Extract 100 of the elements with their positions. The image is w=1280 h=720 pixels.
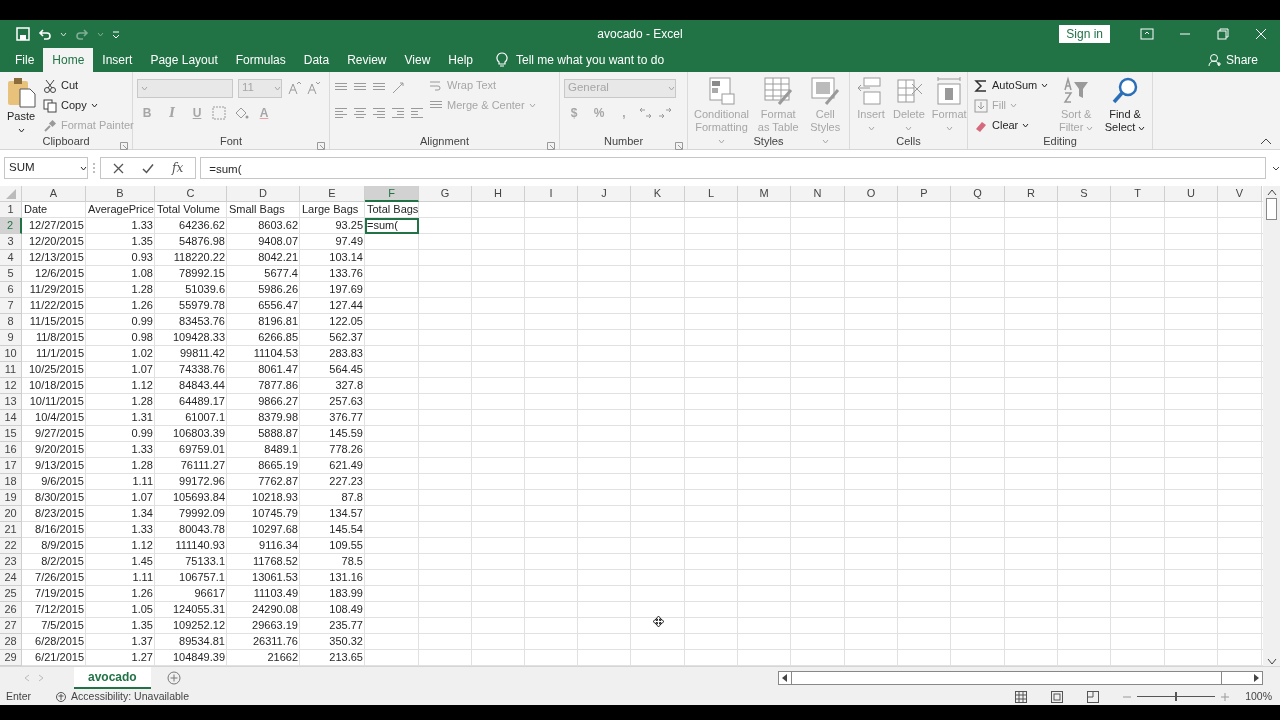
column-header[interactable]: Q — [951, 186, 1005, 202]
find-select-button[interactable]: Find & Select — [1102, 76, 1148, 134]
check-icon[interactable] — [142, 162, 154, 174]
row-header[interactable]: 13 — [0, 394, 22, 410]
column-header[interactable]: G — [419, 186, 472, 202]
share-button[interactable]: Share — [1225, 51, 1258, 69]
column-header[interactable]: D — [227, 186, 300, 202]
row-header[interactable]: 16 — [0, 442, 22, 458]
page-layout-icon[interactable] — [1051, 690, 1064, 703]
column-header[interactable]: I — [525, 186, 578, 202]
normal-view-icon[interactable] — [1015, 690, 1028, 703]
zoom-level[interactable]: 100% — [1245, 688, 1272, 705]
column-header[interactable]: A — [22, 186, 86, 202]
row-header[interactable]: 27 — [0, 618, 22, 634]
scroll-down-icon[interactable] — [1266, 658, 1277, 666]
close-icon[interactable] — [1255, 28, 1267, 40]
column-header[interactable]: H — [472, 186, 525, 202]
row-header[interactable]: 20 — [0, 506, 22, 522]
lightbulb-icon[interactable] — [496, 52, 508, 68]
accessibility-status[interactable]: Accessibility: Unavailable — [71, 688, 189, 705]
cell-editor[interactable]: =sum( — [365, 218, 419, 234]
dialog-launcher-icon[interactable] — [675, 142, 683, 151]
column-header[interactable]: R — [1005, 186, 1058, 202]
cut-button[interactable]: Cut — [41, 76, 136, 95]
ribbon-tab[interactable]: Home — [43, 48, 94, 72]
row-header[interactable]: 8 — [0, 314, 22, 330]
row-header[interactable]: 1 — [0, 202, 22, 218]
copy-button[interactable]: Copy — [41, 96, 136, 115]
column-header[interactable]: U — [1165, 186, 1218, 202]
ribbon-tab[interactable]: View — [395, 48, 440, 72]
column-header[interactable]: S — [1058, 186, 1111, 202]
sheet-tab[interactable]: avocado — [74, 666, 151, 689]
paste-button[interactable]: Paste — [4, 76, 38, 136]
row-header[interactable]: 11 — [0, 362, 22, 378]
ribbon-tab[interactable]: Data — [294, 48, 339, 72]
row-header[interactable]: 15 — [0, 426, 22, 442]
scrollbar-thumb[interactable] — [1266, 198, 1277, 220]
clear-button[interactable]: Clear — [972, 116, 1051, 135]
row-header[interactable]: 26 — [0, 602, 22, 618]
scroll-up-icon[interactable] — [1266, 188, 1277, 196]
ribbon-tab[interactable]: Review — [338, 48, 396, 72]
row-header[interactable]: 9 — [0, 330, 22, 346]
sign-in-button[interactable]: Sign in — [1059, 25, 1110, 43]
insert-function-button[interactable]: fx — [172, 159, 184, 177]
row-header[interactable]: 24 — [0, 570, 22, 586]
row-header[interactable]: 25 — [0, 586, 22, 602]
ribbon-display-icon[interactable] — [1140, 28, 1154, 40]
ribbon-tab[interactable]: Page Layout — [141, 48, 227, 72]
name-box[interactable]: SUM — [4, 157, 88, 179]
column-header[interactable]: E — [300, 186, 365, 202]
column-header[interactable]: N — [791, 186, 845, 202]
row-header[interactable]: 23 — [0, 554, 22, 570]
row-header[interactable]: 2 — [0, 218, 22, 234]
column-header[interactable]: V — [1218, 186, 1262, 202]
formula-field[interactable]: =sum( — [200, 157, 1266, 179]
restore-icon[interactable] — [1217, 28, 1229, 40]
column-header[interactable]: O — [845, 186, 898, 202]
column-header[interactable]: F — [365, 186, 419, 202]
tell-me-field[interactable]: Tell me what you want to do — [516, 51, 665, 69]
row-header[interactable]: 28 — [0, 634, 22, 650]
column-header[interactable]: L — [685, 186, 738, 202]
row-header[interactable]: 5 — [0, 266, 22, 282]
cancel-icon[interactable] — [113, 162, 124, 174]
row-header[interactable]: 18 — [0, 474, 22, 490]
dialog-launcher-icon[interactable] — [317, 142, 325, 151]
expand-icon[interactable] — [1272, 165, 1280, 171]
font-name-field[interactable] — [137, 78, 233, 98]
row-header[interactable]: 29 — [0, 650, 22, 666]
row-header[interactable]: 12 — [0, 378, 22, 394]
column-header[interactable]: P — [898, 186, 951, 202]
row-header[interactable]: 4 — [0, 250, 22, 266]
column-header[interactable]: B — [86, 186, 155, 202]
ribbon-tab[interactable]: Insert — [93, 48, 142, 72]
row-header[interactable]: 19 — [0, 490, 22, 506]
add-sheet-icon[interactable] — [166, 671, 181, 686]
dialog-launcher-icon[interactable] — [120, 142, 128, 151]
row-header[interactable]: 22 — [0, 538, 22, 554]
row-header[interactable]: 6 — [0, 282, 22, 298]
column-header[interactable]: M — [738, 186, 791, 202]
ribbon-tab[interactable]: Help — [439, 48, 482, 72]
customize-icon[interactable] — [112, 30, 120, 38]
row-header[interactable]: 21 — [0, 522, 22, 538]
row-header[interactable]: 14 — [0, 410, 22, 426]
row-header[interactable]: 7 — [0, 298, 22, 314]
save-icon[interactable] — [16, 27, 30, 41]
column-header[interactable]: T — [1111, 186, 1165, 202]
row-header[interactable]: 3 — [0, 234, 22, 250]
column-header[interactable]: C — [155, 186, 227, 202]
ribbon-tab[interactable]: Formulas — [226, 48, 295, 72]
collapse-ribbon-icon[interactable] — [1260, 137, 1272, 145]
zoom-thumb[interactable] — [1175, 692, 1178, 701]
autosum-button[interactable]: AutoSum — [972, 76, 1051, 95]
ribbon-tab[interactable]: File — [6, 48, 44, 72]
row-header[interactable]: 17 — [0, 458, 22, 474]
scrollbar-thumb[interactable] — [791, 671, 1222, 684]
undo-icon[interactable] — [38, 27, 52, 41]
row-header[interactable]: 10 — [0, 346, 22, 362]
column-header[interactable]: J — [578, 186, 631, 202]
dialog-launcher-icon[interactable] — [547, 142, 555, 151]
column-header[interactable]: K — [631, 186, 685, 202]
